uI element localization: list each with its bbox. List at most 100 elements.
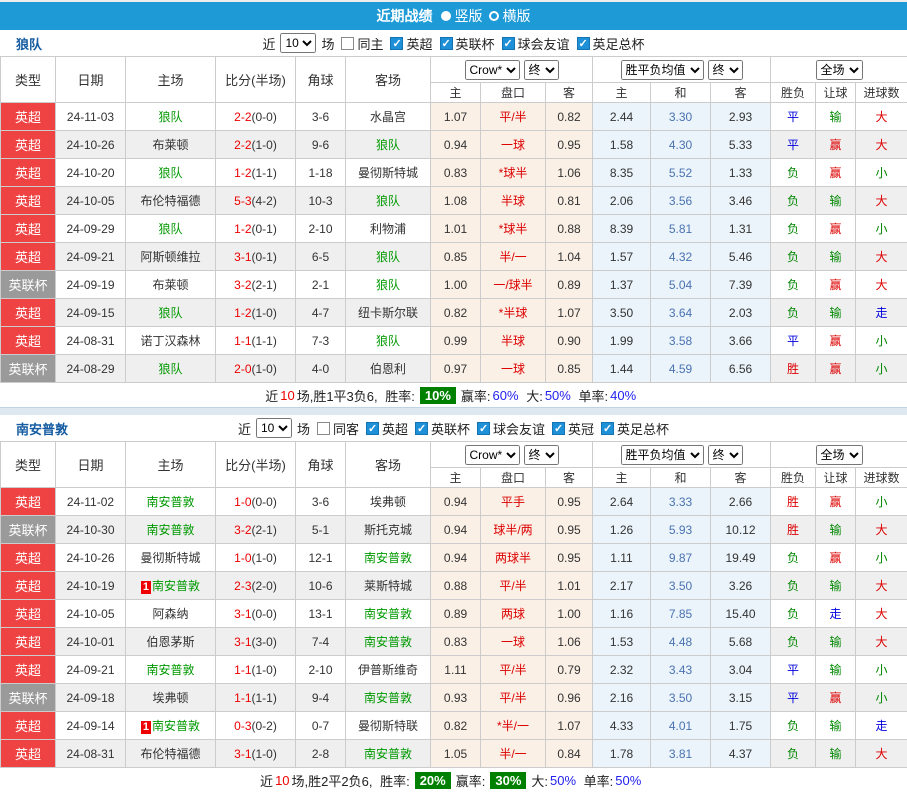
subcolumn-header: 进球数: [856, 468, 907, 488]
competition-badge: 英超: [1, 243, 56, 271]
summary-stat-value: 30%: [490, 772, 526, 789]
odds-company-select[interactable]: Crow*: [465, 60, 520, 80]
odds-away: 0.85: [546, 355, 593, 383]
result-outcome: 胜: [771, 488, 816, 516]
section-divider: [0, 407, 907, 415]
competition-3-checkbox[interactable]: [552, 422, 565, 435]
home-team: 南安普敦: [126, 516, 216, 544]
competition-4-checkbox[interactable]: [601, 422, 614, 435]
scope-select[interactable]: 全场: [816, 60, 863, 80]
summary-stat-label: 单率:: [578, 386, 608, 405]
avg-type-select[interactable]: 胜平负均值: [621, 60, 704, 80]
match-row: 英联杯24-09-18埃弗顿1-1(1-1)9-4南安普敦0.93平/半0.96…: [1, 684, 907, 712]
summary-count: 10: [275, 773, 289, 788]
competition-label: 英超: [382, 419, 408, 438]
result-handicap: 赢: [816, 131, 856, 159]
avg-time-select[interactable]: 终: [708, 445, 743, 465]
summary-stat-value: 20%: [415, 772, 451, 789]
match-row: 英超24-08-31布伦特福德3-1(1-0)2-8南安普敦1.05半/一0.8…: [1, 740, 907, 768]
score: 1-1(1-1): [216, 684, 296, 712]
avg-time-select[interactable]: 终: [708, 60, 743, 80]
match-date: 24-09-19: [56, 271, 126, 299]
same-venue-checkbox[interactable]: [317, 422, 330, 435]
team-filter-row: 南安普敦近10场同客英超英联杯球会友谊英冠英足总杯: [0, 415, 907, 441]
competition-badge: 英超: [1, 488, 56, 516]
odds-home: 0.83: [431, 628, 481, 656]
avg-lose: 1.31: [711, 215, 771, 243]
view-radio-vertical[interactable]: 竖版: [441, 6, 483, 26]
result-outcome: 平: [771, 131, 816, 159]
odds-away: 0.84: [546, 740, 593, 768]
summary-stat-label: 大:: [531, 771, 548, 790]
subcolumn-header: 和: [651, 83, 711, 103]
home-team: 布伦特福德: [126, 187, 216, 215]
match-row: 英超24-11-03狼队2-2(0-0)3-6水晶宫1.07平/半0.822.4…: [1, 103, 907, 131]
avg-lose: 1.33: [711, 159, 771, 187]
corners: 2-10: [296, 656, 346, 684]
avg-win: 2.64: [593, 488, 651, 516]
match-date: 24-10-30: [56, 516, 126, 544]
result-handicap: 赢: [816, 488, 856, 516]
result-handicap: 输: [816, 103, 856, 131]
away-team: 莱斯特城: [346, 572, 431, 600]
corners: 13-1: [296, 600, 346, 628]
summary-row: 近10场,胜2平2负6, 胜率:20%赢率:30%大:50% 单率:50%: [0, 768, 907, 792]
competition-2-checkbox[interactable]: [502, 37, 515, 50]
page-title: 近期战绩: [377, 6, 433, 26]
summary-stat-value: 50%: [615, 773, 641, 788]
competition-badge: 英超: [1, 572, 56, 600]
odds-time-select[interactable]: 终: [524, 60, 559, 80]
radio-icon[interactable]: [489, 11, 499, 21]
avg-type-select[interactable]: 胜平负均值: [621, 445, 704, 465]
result-outcome: 负: [771, 215, 816, 243]
column-header-5: 客场: [346, 57, 431, 103]
corners: 12-1: [296, 544, 346, 572]
match-count-select[interactable]: 10: [280, 33, 316, 53]
competition-0-checkbox[interactable]: [390, 37, 403, 50]
summary-stat-label: 大:: [526, 386, 543, 405]
odds-away: 0.88: [546, 215, 593, 243]
match-row: 英联杯24-09-19布莱顿3-2(2-1)2-1狼队1.00一/球半0.891…: [1, 271, 907, 299]
odds-time-select[interactable]: 终: [524, 445, 559, 465]
match-date: 24-09-29: [56, 215, 126, 243]
avg-win: 1.44: [593, 355, 651, 383]
avg-lose: 15.40: [711, 600, 771, 628]
filter-controls: 近10场同主英超英联杯球会友谊英足总杯: [262, 33, 644, 53]
avg-draw: 9.87: [651, 544, 711, 572]
subcolumn-header: 主: [431, 468, 481, 488]
odds-home: 0.82: [431, 299, 481, 327]
competition-2-checkbox[interactable]: [477, 422, 490, 435]
avg-lose: 2.93: [711, 103, 771, 131]
match-date: 24-09-21: [56, 243, 126, 271]
match-date: 24-10-05: [56, 187, 126, 215]
handicap: 一球: [481, 131, 546, 159]
avg-win: 1.11: [593, 544, 651, 572]
odds-away: 0.95: [546, 516, 593, 544]
competition-1-checkbox[interactable]: [415, 422, 428, 435]
avg-draw: 3.33: [651, 488, 711, 516]
odds-away: 0.82: [546, 103, 593, 131]
column-header-0: 类型: [1, 57, 56, 103]
competition-badge: 英超: [1, 187, 56, 215]
same-venue-checkbox[interactable]: [341, 37, 354, 50]
away-team: 南安普敦: [346, 544, 431, 572]
avg-win: 1.58: [593, 131, 651, 159]
competition-0-checkbox[interactable]: [366, 422, 379, 435]
avg-draw: 5.81: [651, 215, 711, 243]
radio-icon[interactable]: [441, 11, 451, 21]
same-venue-label: 同客: [333, 419, 359, 438]
view-radio-horizontal[interactable]: 横版: [489, 6, 531, 26]
column-header-2: 主场: [126, 57, 216, 103]
scope-select[interactable]: 全场: [816, 445, 863, 465]
score: 3-1(0-0): [216, 600, 296, 628]
competition-3-checkbox[interactable]: [577, 37, 590, 50]
competition-1-checkbox[interactable]: [440, 37, 453, 50]
result-outcome: 胜: [771, 355, 816, 383]
column-header-1: 日期: [56, 442, 126, 488]
competition-badge: 英超: [1, 131, 56, 159]
result-outcome: 负: [771, 600, 816, 628]
match-count-select[interactable]: 10: [256, 418, 292, 438]
summary-stat-label: 单率:: [584, 771, 614, 790]
odds-company-select[interactable]: Crow*: [465, 445, 520, 465]
handicap: 半球: [481, 327, 546, 355]
